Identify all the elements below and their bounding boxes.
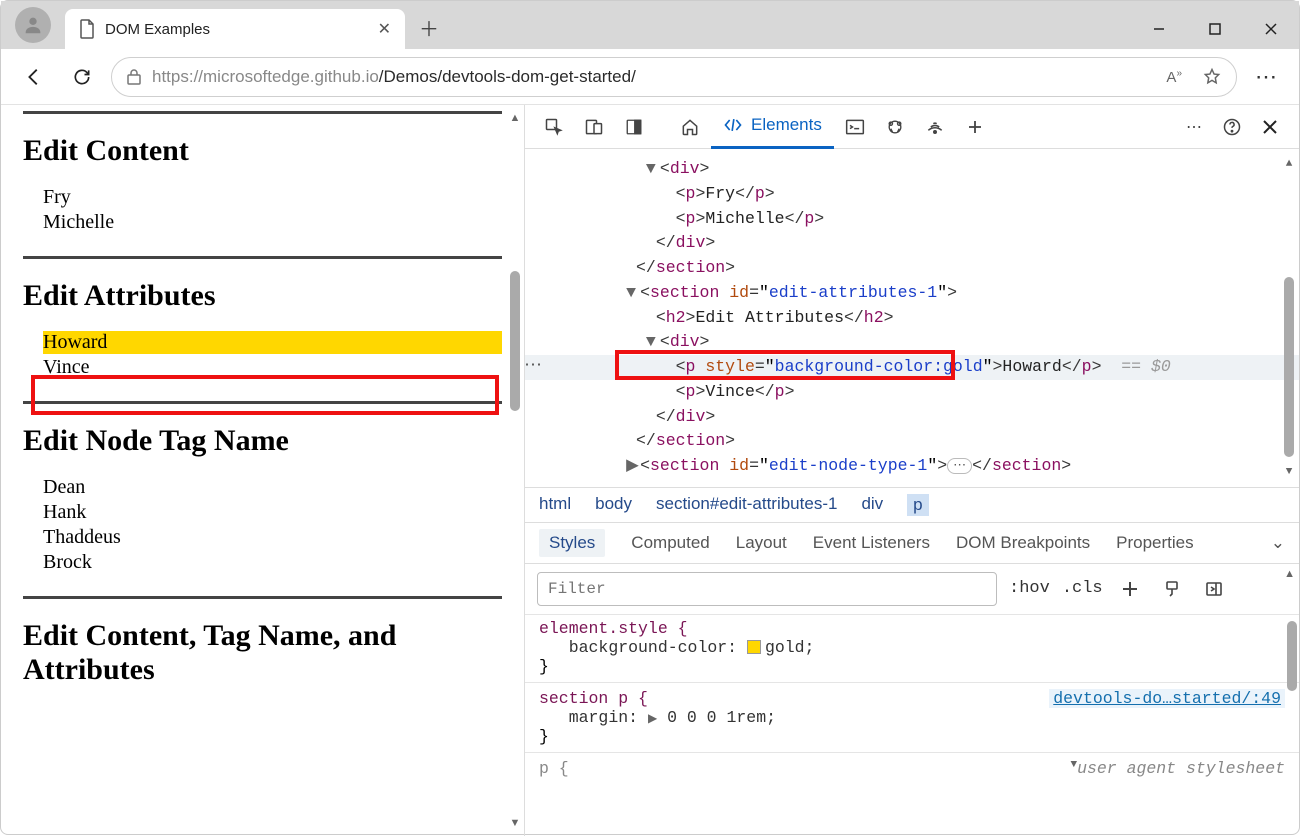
computed-sidebar-icon[interactable] bbox=[1199, 574, 1229, 604]
css-property[interactable]: background-color: bbox=[569, 638, 737, 657]
browser-tab[interactable]: DOM Examples ✕ bbox=[65, 9, 405, 49]
list-item: Vince bbox=[43, 356, 502, 379]
dock-side-icon[interactable] bbox=[615, 108, 653, 146]
scroll-up-icon[interactable]: ▲ bbox=[1282, 157, 1296, 171]
css-value[interactable]: gold; bbox=[765, 638, 815, 657]
scroll-up-icon[interactable]: ▲ bbox=[508, 111, 522, 125]
tab-styles[interactable]: Styles bbox=[539, 529, 605, 557]
devtools-toolbar: Elements ⋯ bbox=[525, 105, 1299, 149]
address-bar[interactable]: https://microsoftedge.github.io/Demos/de… bbox=[111, 57, 1237, 97]
code-icon bbox=[723, 116, 743, 134]
crumb[interactable]: body bbox=[595, 494, 632, 516]
heading-edit-attributes: Edit Attributes bbox=[23, 279, 502, 313]
url-text: https://microsoftedge.github.io/Demos/de… bbox=[152, 67, 1156, 87]
scroll-down-icon[interactable]: ▼ bbox=[1282, 465, 1296, 479]
tab-dom-breakpoints[interactable]: DOM Breakpoints bbox=[956, 533, 1090, 553]
inspect-element-icon[interactable] bbox=[535, 108, 573, 146]
new-style-rule-icon[interactable] bbox=[1115, 574, 1145, 604]
scrollbar-thumb[interactable] bbox=[1284, 277, 1294, 457]
browser-menu-button[interactable]: ⋯ bbox=[1247, 64, 1285, 90]
tab-elements[interactable]: Elements bbox=[711, 105, 834, 149]
back-button[interactable] bbox=[15, 58, 53, 96]
rule-selector: p { bbox=[539, 759, 569, 778]
toggle-hov[interactable]: :hov bbox=[1009, 579, 1050, 598]
console-tab-icon[interactable] bbox=[836, 108, 874, 146]
page-viewport: Edit Content Fry Michelle Edit Attribute… bbox=[1, 105, 525, 836]
devtools-panel: Elements ⋯ ▼<div> <p>Fry</p> <p>Michelle… bbox=[525, 105, 1299, 836]
address-bar-row: https://microsoftedge.github.io/Demos/de… bbox=[1, 49, 1299, 105]
sources-tab-icon[interactable] bbox=[876, 108, 914, 146]
dom-breadcrumb[interactable]: html body section#edit-attributes-1 div … bbox=[525, 487, 1299, 523]
rule-selector[interactable]: element.style { bbox=[539, 619, 688, 638]
profile-avatar[interactable] bbox=[15, 7, 51, 43]
source-link[interactable]: devtools-do…started/:49 bbox=[1049, 689, 1285, 708]
styles-scrollbar-thumb[interactable] bbox=[1287, 621, 1297, 691]
list-item: Hank bbox=[43, 501, 502, 524]
list-item: Dean bbox=[43, 476, 502, 499]
crumb[interactable]: div bbox=[861, 494, 883, 516]
list-item: Fry bbox=[43, 186, 502, 209]
welcome-tab-icon[interactable] bbox=[671, 108, 709, 146]
color-swatch-icon[interactable] bbox=[747, 640, 761, 654]
maximize-button[interactable] bbox=[1187, 9, 1243, 49]
dom-tree[interactable]: ▼<div> <p>Fry</p> <p>Michelle</p> </div>… bbox=[525, 149, 1299, 487]
styles-tabbar: Styles Computed Layout Event Listeners D… bbox=[525, 523, 1299, 564]
paint-flashing-icon[interactable] bbox=[1157, 574, 1187, 604]
tab-properties[interactable]: Properties bbox=[1116, 533, 1193, 553]
scroll-up-icon[interactable]: ▲ bbox=[1284, 568, 1295, 580]
css-value[interactable]: 0 0 0 1rem; bbox=[667, 708, 776, 727]
dom-selected-node[interactable]: ⋯ <p style="background-color:gold">Howar… bbox=[525, 355, 1299, 380]
tab-title: DOM Examples bbox=[105, 21, 368, 38]
heading-edit-tagname: Edit Node Tag Name bbox=[23, 424, 502, 458]
new-tab-button[interactable]: ＋ bbox=[411, 9, 447, 45]
close-devtools-icon[interactable] bbox=[1251, 108, 1289, 146]
chevron-down-icon[interactable]: ⌄ bbox=[1271, 533, 1285, 553]
styles-filter-input[interactable] bbox=[537, 572, 997, 606]
read-aloud-icon[interactable]: A» bbox=[1166, 68, 1182, 86]
list-item: Michelle bbox=[43, 211, 502, 234]
crumb[interactable]: html bbox=[539, 494, 571, 516]
tab-computed[interactable]: Computed bbox=[631, 533, 709, 553]
minimize-button[interactable] bbox=[1131, 9, 1187, 49]
document-icon bbox=[79, 19, 95, 39]
dom-scrollbar[interactable]: ▲ ▼ bbox=[1282, 157, 1296, 479]
window-controls bbox=[1131, 9, 1299, 49]
browser-titlebar: DOM Examples ✕ ＋ bbox=[1, 1, 1299, 49]
crumb-selected[interactable]: p bbox=[907, 494, 928, 516]
row-actions-icon[interactable]: ⋯ bbox=[525, 354, 543, 381]
list-item: Thaddeus bbox=[43, 526, 502, 549]
close-window-button[interactable] bbox=[1243, 9, 1299, 49]
favorite-icon[interactable] bbox=[1202, 67, 1222, 87]
network-tab-icon[interactable] bbox=[916, 108, 954, 146]
styles-rules[interactable]: element.style { background-color: gold; … bbox=[525, 615, 1299, 836]
more-tabs-icon[interactable] bbox=[956, 108, 994, 146]
list-item-howard: Howard bbox=[43, 331, 502, 354]
device-toggle-icon[interactable] bbox=[575, 108, 613, 146]
crumb[interactable]: section#edit-attributes-1 bbox=[656, 494, 837, 516]
help-icon[interactable] bbox=[1213, 108, 1251, 146]
tab-event-listeners[interactable]: Event Listeners bbox=[813, 533, 930, 553]
toggle-cls[interactable]: .cls bbox=[1062, 579, 1103, 598]
rule-selector[interactable]: section p { bbox=[539, 689, 648, 708]
scrollbar-thumb[interactable] bbox=[510, 271, 520, 411]
refresh-button[interactable] bbox=[63, 58, 101, 96]
heading-edit-content: Edit Content bbox=[23, 134, 502, 168]
ua-stylesheet-label: user agent stylesheet bbox=[1077, 759, 1285, 778]
css-property[interactable]: margin: bbox=[569, 708, 638, 727]
expand-shorthand-icon[interactable]: ▶ bbox=[648, 712, 657, 726]
page-scrollbar[interactable]: ▲ ▼ bbox=[508, 111, 522, 830]
tab-layout[interactable]: Layout bbox=[736, 533, 787, 553]
list-item: Brock bbox=[43, 551, 502, 574]
devtools-menu-icon[interactable]: ⋯ bbox=[1175, 108, 1213, 146]
scroll-down-icon[interactable]: ▼ bbox=[1070, 759, 1077, 771]
styles-toolbar: :hov .cls ▲ bbox=[525, 564, 1299, 615]
scroll-down-icon[interactable]: ▼ bbox=[508, 816, 522, 830]
tab-close-icon[interactable]: ✕ bbox=[378, 19, 391, 39]
lock-icon bbox=[126, 68, 142, 86]
heading-edit-all: Edit Content, Tag Name, and Attributes bbox=[23, 619, 502, 687]
